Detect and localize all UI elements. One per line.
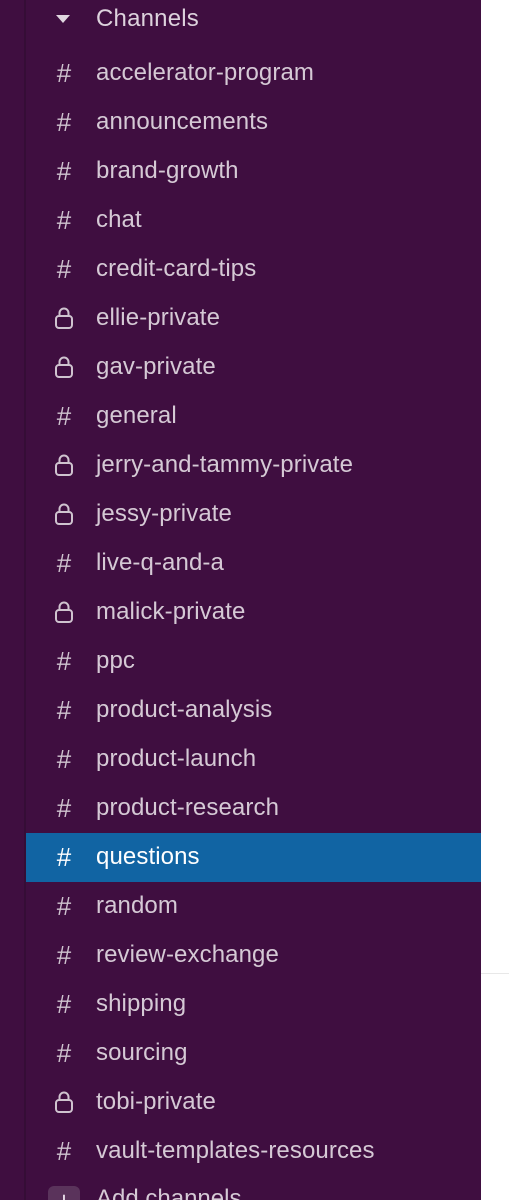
section-title: Channels bbox=[96, 5, 200, 32]
sidebar-channel-announcements[interactable]: # announcements bbox=[26, 98, 481, 147]
hash-icon: # bbox=[56, 940, 72, 970]
channel-label: jerry-and-tammy-private bbox=[96, 451, 354, 478]
channel-list: # accelerator-program # announcements # brand… bbox=[26, 49, 481, 1176]
sidebar-channel-brand-growth[interactable]: # brand-growth bbox=[26, 147, 481, 196]
sidebar-channel-accelerator-program[interactable]: # accelerator-program bbox=[26, 49, 481, 98]
channel-label: malick-private bbox=[96, 598, 246, 625]
channel-label: product-launch bbox=[96, 745, 257, 772]
sidebar-channel-gav-private[interactable]: gav-private bbox=[26, 343, 481, 392]
channel-label: vault-templates-resources bbox=[96, 1137, 375, 1164]
channel-label: credit-card-tips bbox=[96, 255, 257, 282]
sidebar-channel-random[interactable]: # random bbox=[26, 882, 481, 931]
lock-icon bbox=[50, 351, 78, 383]
caret-down-icon[interactable] bbox=[56, 15, 70, 23]
hash-icon: # bbox=[56, 401, 72, 431]
channel-label: gav-private bbox=[96, 353, 216, 380]
channel-label: announcements bbox=[96, 108, 269, 135]
sidebar-channel-shipping[interactable]: # shipping bbox=[26, 980, 481, 1029]
hash-icon: # bbox=[56, 156, 72, 186]
sidebar-channel-chat[interactable]: # chat bbox=[26, 196, 481, 245]
hash-icon: # bbox=[56, 205, 72, 235]
lock-icon bbox=[50, 449, 78, 481]
hash-icon: # bbox=[56, 744, 72, 774]
hash-icon: # bbox=[56, 793, 72, 823]
sidebar-channel-jerry-and-tammy-private[interactable]: jerry-and-tammy-private bbox=[26, 441, 481, 490]
hash-icon: # bbox=[56, 1136, 72, 1166]
channel-label: live-q-and-a bbox=[96, 549, 224, 576]
lock-icon bbox=[50, 596, 78, 628]
hash-icon: # bbox=[56, 548, 72, 578]
hash-icon: # bbox=[56, 842, 72, 872]
hash-icon: # bbox=[56, 989, 72, 1019]
hash-icon: # bbox=[56, 1038, 72, 1068]
channel-label: review-exchange bbox=[96, 941, 279, 968]
hash-icon: # bbox=[56, 254, 72, 284]
lock-icon bbox=[50, 498, 78, 530]
sidebar-channel-product-analysis[interactable]: # product-analysis bbox=[26, 686, 481, 735]
lock-icon bbox=[50, 302, 78, 334]
channel-label: accelerator-program bbox=[96, 59, 314, 86]
channel-label: general bbox=[96, 402, 177, 429]
channel-label: brand-growth bbox=[96, 157, 239, 184]
sidebar-channel-tobi-private[interactable]: tobi-private bbox=[26, 1078, 481, 1127]
channel-label: product-research bbox=[96, 794, 280, 821]
channel-label: ellie-private bbox=[96, 304, 221, 331]
sidebar-channel-review-exchange[interactable]: # review-exchange bbox=[26, 931, 481, 980]
channel-label: questions bbox=[96, 843, 200, 870]
hash-icon: # bbox=[56, 891, 72, 921]
channel-label: sourcing bbox=[96, 1039, 188, 1066]
hash-icon: # bbox=[56, 646, 72, 676]
sidebar-channel-ppc[interactable]: # ppc bbox=[26, 637, 481, 686]
hash-icon: # bbox=[56, 695, 72, 725]
sidebar-channel-general[interactable]: # general bbox=[26, 392, 481, 441]
sidebar-channel-credit-card-tips[interactable]: # credit-card-tips bbox=[26, 245, 481, 294]
channel-label: shipping bbox=[96, 990, 187, 1017]
hash-icon: # bbox=[56, 107, 72, 137]
channel-label: ppc bbox=[96, 647, 135, 674]
channel-label: jessy-private bbox=[96, 500, 233, 527]
content-divider bbox=[481, 973, 509, 974]
hash-icon: # bbox=[56, 58, 72, 88]
sidebar-channel-product-launch[interactable]: # product-launch bbox=[26, 735, 481, 784]
sidebar-channel-vault-templates-resources[interactable]: # vault-templates-resources bbox=[26, 1127, 481, 1176]
sidebar-channel-product-research[interactable]: # product-research bbox=[26, 784, 481, 833]
sidebar-channel-live-q-and-a[interactable]: # live-q-and-a bbox=[26, 539, 481, 588]
sidebar-channel-questions[interactable]: # questions bbox=[26, 833, 481, 882]
channel-label: chat bbox=[96, 206, 142, 233]
sidebar-channel-sourcing[interactable]: # sourcing bbox=[26, 1029, 481, 1078]
sidebar: Channels # accelerator-program # announceme… bbox=[0, 0, 481, 1200]
plus-icon: + bbox=[48, 1186, 80, 1200]
add-channels-label: Add channels bbox=[96, 1185, 242, 1200]
sidebar-channel-malick-private[interactable]: malick-private bbox=[26, 588, 481, 637]
lock-icon bbox=[50, 1086, 78, 1118]
sidebar-channel-ellie-private[interactable]: ellie-private bbox=[26, 294, 481, 343]
channel-label: random bbox=[96, 892, 178, 919]
channel-label: tobi-private bbox=[96, 1088, 216, 1115]
channel-label: product-analysis bbox=[96, 696, 273, 723]
add-channels-button[interactable]: + Add channels bbox=[26, 1180, 481, 1200]
channels-section-header[interactable]: Channels bbox=[26, 0, 481, 42]
sidebar-channel-jessy-private[interactable]: jessy-private bbox=[26, 490, 481, 539]
